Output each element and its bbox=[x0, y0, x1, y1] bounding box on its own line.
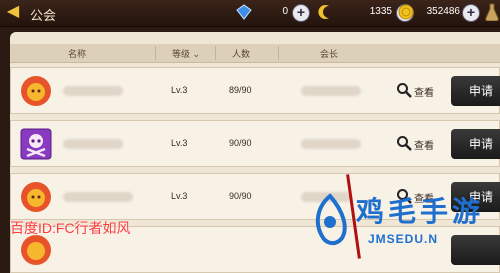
divider bbox=[155, 46, 156, 60]
guild-members: 89/90 bbox=[229, 85, 252, 95]
guild-name bbox=[63, 86, 123, 96]
gem-resource: 0 + bbox=[236, 3, 316, 23]
guild-level: Lv.3 bbox=[171, 138, 188, 148]
column-level[interactable]: 等级 ⌄ bbox=[172, 47, 200, 60]
guild-name bbox=[63, 192, 133, 202]
page-title: 公会 bbox=[30, 8, 57, 23]
view-label: 查看 bbox=[414, 88, 434, 99]
back-button[interactable]: ◀ bbox=[4, 3, 22, 21]
blue-gem-icon bbox=[236, 4, 252, 20]
column-leader: 会长 bbox=[320, 49, 339, 59]
add-gem-button[interactable]: + bbox=[292, 4, 310, 22]
orange-lion-emblem bbox=[21, 182, 51, 212]
table-row[interactable]: Lv.3 89/90 查看 申请 bbox=[10, 67, 500, 114]
watermark-title: 鸡毛手游 bbox=[356, 196, 485, 227]
purple-skull-emblem bbox=[20, 128, 52, 160]
guild-members: 90/90 bbox=[229, 191, 252, 201]
crescent-icon bbox=[318, 5, 329, 19]
orange-lion-emblem bbox=[21, 235, 51, 265]
chevron-down-icon: ⌄ bbox=[192, 49, 201, 59]
guild-leader bbox=[301, 139, 361, 149]
watermark-url: JMSEDU.N bbox=[368, 232, 439, 246]
table-row[interactable]: Lv.3 90/90 查看 申请 bbox=[10, 120, 500, 167]
rooster-logo-icon bbox=[315, 193, 347, 245]
arrow-left-icon: ◀ bbox=[6, 3, 20, 20]
watermark-text: 百度ID:FC行者如风 bbox=[10, 220, 131, 236]
add-gold-button[interactable]: + bbox=[462, 4, 480, 22]
column-members: 人数 bbox=[232, 49, 251, 59]
column-name: 名称 bbox=[68, 49, 87, 59]
gem-count: 0 bbox=[282, 6, 288, 17]
magnifier-icon bbox=[397, 136, 412, 151]
orange-lion-emblem bbox=[21, 76, 51, 106]
apply-button[interactable]: 申请 bbox=[451, 76, 500, 106]
guild-level: Lv.3 bbox=[171, 191, 188, 201]
column-level-label: 等级 bbox=[172, 49, 191, 59]
gold-count: 352486 bbox=[426, 6, 460, 17]
divider bbox=[278, 46, 279, 60]
magnifier-icon bbox=[397, 83, 412, 98]
flask-icon[interactable] bbox=[484, 3, 500, 21]
guild-members: 90/90 bbox=[229, 138, 252, 148]
divider bbox=[215, 46, 216, 60]
view-label: 查看 bbox=[414, 141, 434, 152]
site-watermark: 鸡毛手游 JMSEDU.N bbox=[304, 188, 500, 259]
table-header: 名称 等级 ⌄ 人数 会长 bbox=[10, 44, 500, 63]
guild-name bbox=[63, 139, 123, 149]
guild-leader bbox=[301, 86, 361, 96]
gold-coin-icon bbox=[398, 4, 414, 20]
crescent-count: 1335 bbox=[369, 6, 392, 17]
apply-button[interactable]: 申请 bbox=[451, 129, 500, 159]
top-bar: ◀ 公会 0 + 1335 + 352486 + bbox=[0, 0, 500, 27]
guild-level: Lv.3 bbox=[171, 85, 188, 95]
